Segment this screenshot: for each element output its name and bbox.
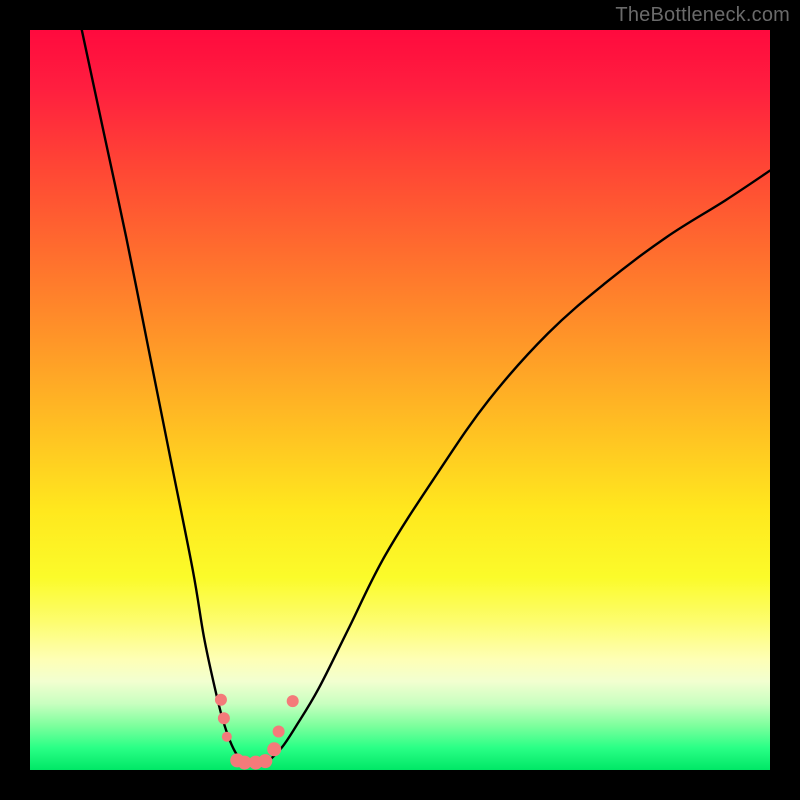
marker-dot [267, 742, 281, 756]
marker-dot [222, 732, 232, 742]
marker-dot [258, 754, 272, 768]
plot-area [30, 30, 770, 770]
marker-dot [215, 694, 227, 706]
marker-dot [218, 712, 230, 724]
marker-dot [287, 695, 299, 707]
series-left-curve [82, 30, 245, 763]
series-right-curve [267, 171, 770, 763]
chart-root: TheBottleneck.com [0, 0, 800, 800]
curves-svg [30, 30, 770, 770]
watermark-text: TheBottleneck.com [615, 4, 790, 27]
marker-dot [273, 726, 285, 738]
curve-layer [82, 30, 770, 763]
